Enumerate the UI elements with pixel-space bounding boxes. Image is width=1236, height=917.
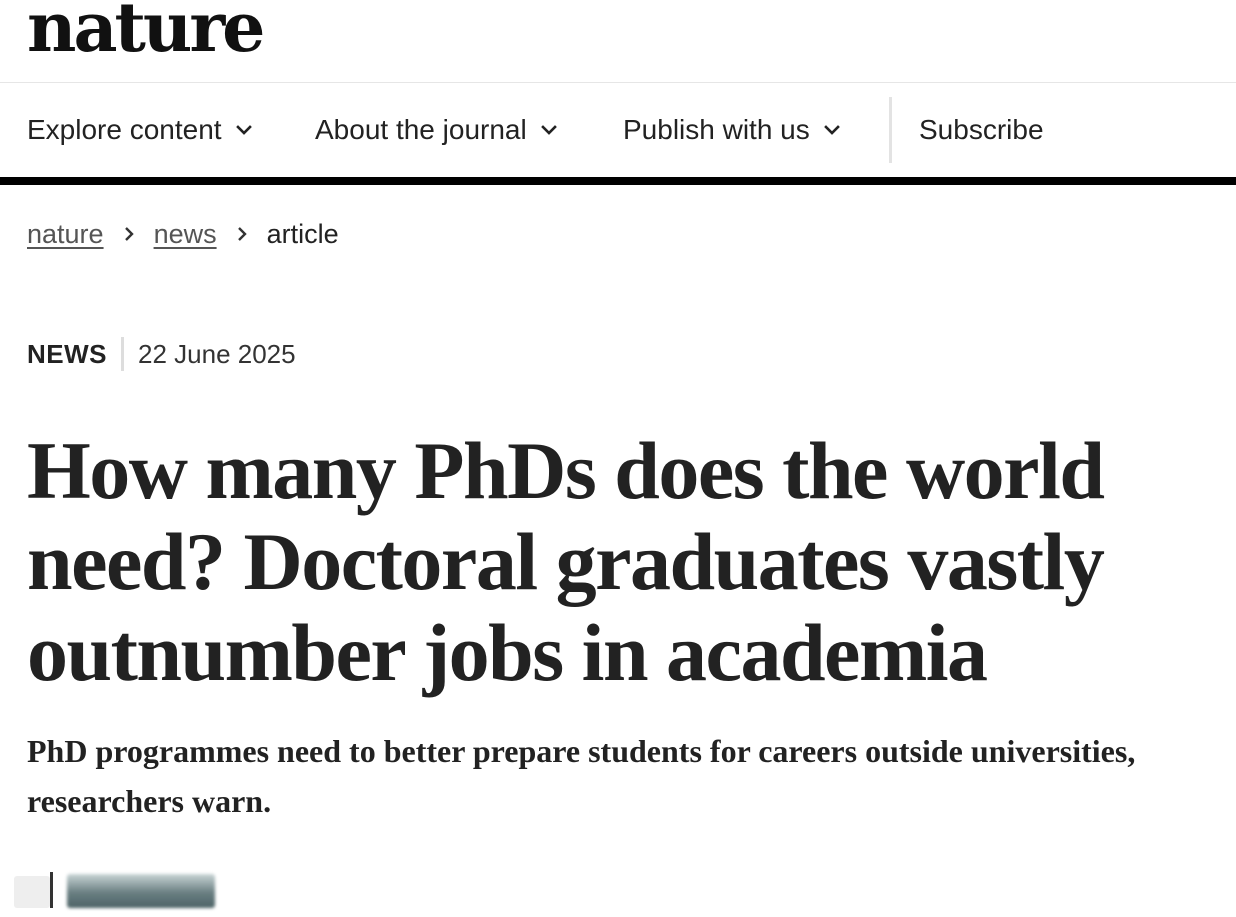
breadcrumb-link-news[interactable]: news xyxy=(154,219,217,250)
nature-logo[interactable]: nature xyxy=(27,0,265,62)
nav-item-label: About the journal xyxy=(315,114,527,145)
nav-about-the-journal[interactable]: About the journal xyxy=(315,83,557,177)
nav-item-label: Publish with us xyxy=(623,114,810,145)
main-nav: Explore content About the journal Publis… xyxy=(0,83,1236,177)
nav-explore-content[interactable]: Explore content xyxy=(27,83,252,177)
author-image[interactable] xyxy=(67,874,215,908)
nav-subscribe[interactable]: Subscribe xyxy=(919,83,1044,177)
nav-item-label: Explore content xyxy=(27,114,222,145)
nav-item-label: Subscribe xyxy=(919,114,1044,145)
site-header: nature xyxy=(0,0,1236,83)
article-meta: NEWS 22 June 2025 xyxy=(27,335,296,373)
article-title: How many PhDs does the world need? Docto… xyxy=(27,425,1105,698)
nav-publish-with-us[interactable]: Publish with us xyxy=(623,83,840,177)
breadcrumb: nature news article xyxy=(27,214,339,254)
chevron-down-icon xyxy=(823,125,840,135)
chevron-down-icon xyxy=(235,125,252,135)
breadcrumb-current: article xyxy=(266,218,339,249)
chevron-right-icon xyxy=(124,227,134,241)
chevron-down-icon xyxy=(540,125,557,135)
meta-divider xyxy=(121,337,124,371)
article-type: NEWS xyxy=(27,338,107,369)
author-avatar[interactable] xyxy=(14,876,50,908)
chevron-right-icon xyxy=(237,227,247,241)
article-date: 22 June 2025 xyxy=(138,338,296,369)
author-strip xyxy=(14,868,224,912)
breadcrumb-link-nature[interactable]: nature xyxy=(27,219,104,250)
nav-divider xyxy=(889,97,892,163)
author-divider xyxy=(50,872,53,908)
article-standfirst: PhD programmes need to better prepare st… xyxy=(27,733,1136,819)
header-rule xyxy=(0,177,1236,185)
